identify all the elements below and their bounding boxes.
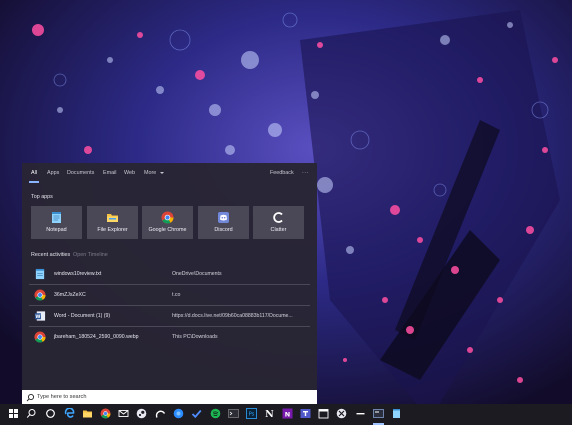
svg-text:N: N	[285, 410, 290, 418]
word-icon: W	[34, 311, 46, 321]
tab-apps[interactable]: Apps	[47, 170, 59, 176]
search-panel: All Apps Documents Email Web More Feedba…	[22, 163, 317, 390]
tab-more-label: More	[144, 170, 157, 176]
explorer-window-icon[interactable]	[373, 408, 384, 419]
recent-item[interactable]: W Word - Document (1) (9) https://d.docs…	[29, 306, 310, 326]
chrome-icon	[34, 289, 46, 301]
recent-item[interactable]: windows10review.txt OneDrive\Documents	[29, 264, 310, 284]
notion-icon[interactable]: N	[264, 408, 275, 419]
top-apps-title: Top apps	[31, 194, 53, 200]
edge-icon[interactable]	[64, 408, 75, 419]
app-tile-clatter[interactable]: Clatter	[253, 206, 304, 239]
search-tabs: All Apps Documents Email Web More Feedba…	[22, 163, 317, 185]
feedback-link[interactable]: Feedback	[270, 170, 294, 176]
clatter-icon	[273, 212, 283, 223]
chrome-icon	[34, 331, 46, 343]
tab-web[interactable]: Web	[124, 170, 135, 176]
app-tile-label: Clatter	[270, 227, 287, 233]
recent-item-name: jbareham_180524_2590_0090.webp	[54, 334, 139, 340]
notepad-icon[interactable]	[391, 408, 402, 419]
recent-item-location: This PC\Downloads	[172, 334, 218, 340]
mail-icon[interactable]	[118, 408, 129, 419]
search-icon[interactable]	[26, 408, 37, 419]
chrome-icon[interactable]	[100, 408, 111, 419]
app-tile-label: Discord	[214, 227, 233, 233]
ellipsis-icon[interactable]: ···	[302, 170, 309, 176]
app-tile-file-explorer[interactable]: File Explorer	[87, 206, 138, 239]
xbox-icon[interactable]	[336, 408, 347, 419]
taskbar: Ps N N	[0, 404, 572, 425]
app-tile-label: Google Chrome	[148, 227, 187, 233]
file-explorer-icon[interactable]	[82, 408, 93, 419]
recent-item-name: 36mZJsZeXC	[54, 292, 86, 298]
folder-icon	[107, 214, 118, 222]
discord-icon	[218, 212, 229, 223]
notepad-icon	[35, 268, 45, 280]
dash-icon[interactable]	[355, 408, 366, 419]
app-tile-notepad[interactable]: Notepad	[31, 206, 82, 239]
cortana-icon[interactable]	[45, 408, 56, 419]
steam-icon[interactable]	[136, 408, 147, 419]
svg-text:Ps: Ps	[249, 412, 255, 418]
recent-item-location: t.co	[172, 292, 181, 298]
tab-all[interactable]: All	[31, 170, 37, 176]
search-input[interactable]: Type here to search	[22, 390, 317, 405]
windows-start-icon[interactable]	[8, 408, 19, 419]
store-icon[interactable]	[155, 408, 166, 419]
recent-item[interactable]: 36mZJsZeXC t.co	[29, 285, 310, 305]
onenote-icon[interactable]: N	[282, 408, 293, 419]
search-icon	[26, 393, 35, 402]
recent-item-name: windows10review.txt	[54, 271, 102, 277]
photoshop-icon[interactable]: Ps	[246, 408, 257, 419]
teams-icon[interactable]	[300, 408, 311, 419]
notepad-icon	[52, 212, 61, 223]
spotify-icon[interactable]	[210, 408, 221, 419]
recent-activities-title: Recent activities	[31, 252, 71, 258]
recent-item-location: OneDrive\Documents	[172, 271, 222, 277]
terminal-icon[interactable]	[228, 408, 239, 419]
app-tile-google-chrome[interactable]: Google Chrome	[142, 206, 193, 239]
app-tile-label: Notepad	[46, 227, 67, 233]
svg-text:W: W	[35, 314, 40, 320]
recent-item-name: Word - Document (1) (9)	[54, 313, 111, 319]
tab-documents[interactable]: Documents	[67, 170, 94, 176]
chevron-down-icon	[159, 171, 164, 174]
tab-email[interactable]: Email	[103, 170, 116, 176]
active-app-indicator	[373, 423, 384, 425]
chrome-icon	[161, 211, 174, 224]
svg-text:N: N	[265, 409, 274, 419]
recent-item[interactable]: jbareham_180524_2590_0090.webp This PC\D…	[29, 327, 310, 347]
app-tile-label: File Explorer	[97, 227, 128, 233]
calendar-icon[interactable]	[318, 408, 329, 419]
search-placeholder: Type here to search	[37, 394, 87, 400]
app-tile-discord[interactable]: Discord	[198, 206, 249, 239]
check-icon[interactable]	[191, 408, 202, 419]
active-tab-indicator	[29, 181, 39, 183]
open-timeline-link[interactable]: Open Timeline	[73, 252, 108, 258]
todo-icon[interactable]	[173, 408, 184, 419]
recent-item-location: https://d.docs.live.net/09b60ca08883b117…	[172, 313, 293, 319]
tab-more[interactable]: More	[144, 170, 164, 176]
